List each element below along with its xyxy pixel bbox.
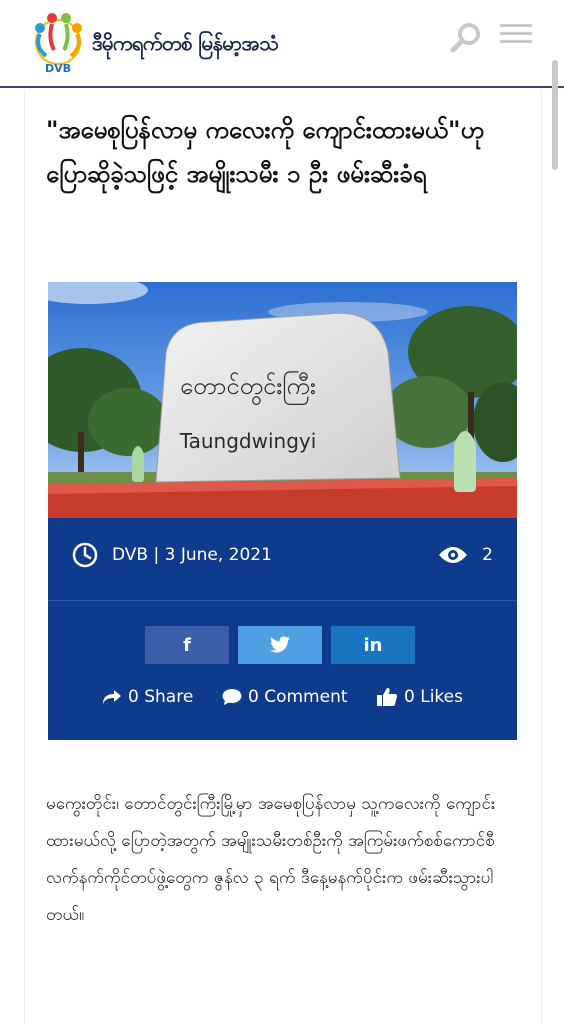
byline: DVB | 3 June, 2021: [72, 540, 272, 570]
facebook-icon: f: [183, 634, 191, 656]
article-photo: တောင်တွင်းကြီး Taungdwingyi: [48, 282, 517, 518]
site-brand-name[interactable]: ဒီမိုကရက်တစ် မြန်မာ့အသံ: [92, 30, 279, 60]
comment-bubble-icon: [222, 689, 242, 705]
comment-count[interactable]: 0 Comment: [222, 684, 348, 710]
sign-english-text: Taungdwingyi: [179, 429, 317, 453]
share-count[interactable]: 0 Share: [102, 684, 193, 710]
share-arrow-icon: [103, 690, 121, 704]
byline-text: DVB | 3 June, 2021: [112, 545, 272, 565]
twitter-icon: [270, 636, 290, 653]
meta-divider: [48, 600, 517, 601]
logo-text: DVB: [45, 62, 71, 75]
content-border-left: [24, 90, 25, 1024]
thumbs-up-icon: [377, 688, 398, 706]
article-meta-panel: DVB | 3 June, 2021 2 f in 0 Share 0 Comm…: [48, 518, 517, 740]
linkedin-share-button[interactable]: in: [331, 626, 415, 664]
article-title: "အမေစုပြန်လာမှ ကလေးကို ကျောင်းထားမယ်"ဟုပ…: [46, 116, 485, 188]
dvb-logo[interactable]: DVB: [26, 10, 90, 76]
share-count-text: 0 Share: [128, 687, 194, 707]
hamburger-menu-icon[interactable]: [500, 24, 532, 50]
view-count: 2: [438, 540, 493, 570]
view-count-text: 2: [482, 545, 493, 565]
content-border-right: [541, 90, 542, 1024]
scrollbar[interactable]: [552, 60, 558, 170]
likes-count[interactable]: 0 Likes: [376, 684, 463, 710]
twitter-share-button[interactable]: [238, 626, 322, 664]
search-icon[interactable]: [448, 20, 484, 56]
comment-count-text: 0 Comment: [248, 687, 348, 707]
article-body-paragraph: မကွေးတိုင်း၊ တောင်တွင်းကြီးမြို့မှာ အမေစ…: [46, 794, 496, 925]
facebook-share-button[interactable]: f: [145, 626, 229, 664]
linkedin-icon: in: [363, 634, 383, 656]
likes-count-text: 0 Likes: [404, 687, 463, 707]
site-header: DVB ဒီမိုကရက်တစ် မြန်မာ့အသံ: [0, 0, 564, 88]
clock-icon: [72, 542, 98, 568]
eye-icon: [439, 547, 468, 563]
article-body-next-line-cut: [46, 1008, 520, 1024]
